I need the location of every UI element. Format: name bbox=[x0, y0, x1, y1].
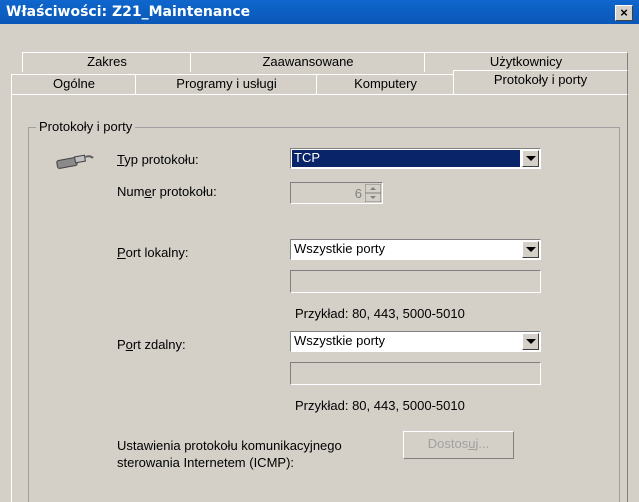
spin-arrows-icon[interactable] bbox=[365, 184, 381, 202]
network-cable-icon bbox=[56, 154, 94, 169]
remote-port-label: Port zdalny: bbox=[117, 337, 186, 352]
tab-uzytkownicy[interactable]: Użytkownicy bbox=[424, 52, 628, 72]
local-port-dropdown[interactable]: Wszystkie porty bbox=[290, 239, 541, 260]
tab-ogolne[interactable]: Ogólne bbox=[11, 74, 137, 94]
close-button[interactable]: × bbox=[615, 5, 633, 21]
customize-icmp-button[interactable]: Dostosuj... bbox=[403, 431, 514, 459]
remote-port-example: Przykład: 80, 443, 5000-5010 bbox=[295, 398, 465, 413]
remote-port-value: Wszystkie porty bbox=[294, 333, 386, 348]
protocol-type-label: Typ protokołu: bbox=[117, 152, 199, 167]
tab-protokoly-i-porty[interactable]: Protokoły i porty bbox=[453, 70, 628, 94]
protocol-type-dropdown[interactable]: TCP bbox=[290, 148, 541, 169]
window-title: Właściwości: Z21_Maintenance bbox=[6, 4, 251, 20]
icmp-label-line1: Ustawienia protokołu komunikacyjnego bbox=[117, 438, 342, 453]
local-port-input[interactable] bbox=[290, 270, 541, 293]
tab-zaawansowane[interactable]: Zaawansowane bbox=[190, 52, 426, 72]
protocol-type-value: TCP bbox=[294, 150, 320, 165]
protocol-number-stepper[interactable]: 6 bbox=[290, 182, 383, 204]
tab-komputery[interactable]: Komputery bbox=[316, 74, 455, 94]
remote-port-input[interactable] bbox=[290, 362, 541, 385]
chevron-down-icon[interactable] bbox=[522, 241, 539, 258]
chevron-down-icon[interactable] bbox=[522, 333, 539, 350]
title-bar[interactable]: Właściwości: Z21_Maintenance × bbox=[0, 0, 639, 24]
chevron-down-icon[interactable] bbox=[522, 150, 539, 167]
groupbox-label: Protokoły i porty bbox=[36, 119, 136, 134]
protocol-number-label: Numer protokołu: bbox=[117, 184, 217, 199]
protocol-number-value: 6 bbox=[354, 186, 362, 201]
local-port-example: Przykład: 80, 443, 5000-5010 bbox=[295, 306, 465, 321]
remote-port-dropdown[interactable]: Wszystkie porty bbox=[290, 331, 541, 352]
local-port-label: Port lokalny: bbox=[117, 245, 189, 260]
tab-programy-i-uslugi[interactable]: Programy i usługi bbox=[135, 74, 318, 94]
tab-zakres[interactable]: Zakres bbox=[22, 52, 192, 72]
icmp-label-line2: sterowania Internetem (ICMP): bbox=[117, 455, 295, 470]
local-port-value: Wszystkie porty bbox=[294, 241, 386, 256]
